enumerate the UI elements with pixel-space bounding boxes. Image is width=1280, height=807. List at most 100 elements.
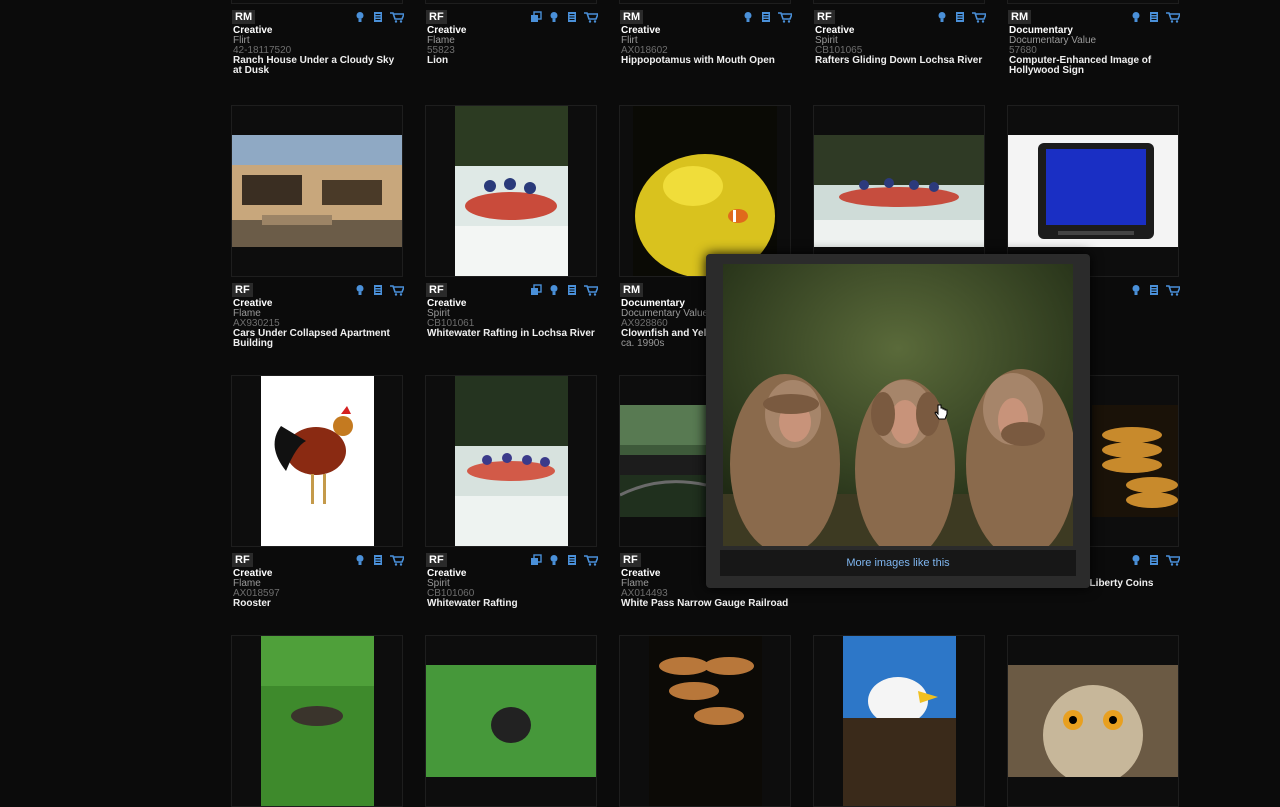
license-badge: RM <box>232 10 256 24</box>
lightbulb-icon[interactable] <box>354 554 366 566</box>
thumbnail-image[interactable] <box>1008 665 1178 777</box>
thumbnail[interactable] <box>425 0 597 4</box>
image-title[interactable]: Hippopotamus with Mouth Open <box>621 56 791 66</box>
image-title[interactable]: Lion <box>427 56 597 66</box>
license-badge: RM <box>620 283 644 297</box>
thumbnail[interactable] <box>231 0 403 4</box>
thumbnail[interactable] <box>813 635 985 807</box>
details-page-icon[interactable] <box>566 554 578 566</box>
cart-icon[interactable] <box>1166 554 1180 566</box>
category-label: Creative <box>427 568 467 579</box>
cart-icon[interactable] <box>390 554 404 566</box>
details-page-icon[interactable] <box>1148 284 1160 296</box>
image-title[interactable]: Rooster <box>233 599 403 609</box>
thumbnail-image[interactable] <box>232 135 402 247</box>
thumbnail-image[interactable] <box>454 106 568 276</box>
thumbnail[interactable] <box>813 105 985 277</box>
license-badge: RM <box>620 10 644 24</box>
lightbulb-icon[interactable] <box>354 284 366 296</box>
details-page-icon[interactable] <box>372 11 384 23</box>
image-title[interactable]: Rafters Gliding Down Lochsa River <box>815 56 985 66</box>
details-page-icon[interactable] <box>760 11 772 23</box>
result-text: Creative Spirit CB101065 Rafters Gliding Do… <box>815 26 985 66</box>
details-page-icon[interactable] <box>566 11 578 23</box>
thumbnail[interactable] <box>425 375 597 547</box>
thumbnail-image[interactable] <box>620 405 706 517</box>
thumbnail-image[interactable] <box>814 135 984 247</box>
thumbnail-image[interactable] <box>426 665 596 777</box>
image-title[interactable]: Computer-Enhanced Image of Hollywood Sig… <box>1009 56 1179 76</box>
thumbnail[interactable] <box>231 635 403 807</box>
thumbnail[interactable] <box>1007 635 1179 807</box>
license-badge: RF <box>620 553 641 567</box>
thumbnail-image[interactable] <box>842 636 956 806</box>
category-label: Creative <box>815 25 855 36</box>
license-badge: RM <box>1008 10 1032 24</box>
similar-images-icon[interactable] <box>530 11 542 23</box>
details-page-icon[interactable] <box>1148 554 1160 566</box>
thumbnail[interactable] <box>619 635 791 807</box>
lightbulb-icon[interactable] <box>354 11 366 23</box>
category-label: Creative <box>427 298 467 309</box>
lightbulb-icon[interactable] <box>1130 11 1142 23</box>
result-text: Creative Flame AX930215 Cars Under Collapse… <box>233 299 403 349</box>
thumbnail-image[interactable] <box>633 106 777 276</box>
category-label: Creative <box>233 25 273 36</box>
license-badge: RF <box>232 283 253 297</box>
thumbnail-image[interactable] <box>454 376 568 546</box>
thumbnail[interactable] <box>619 0 791 4</box>
baboons-preview-image[interactable] <box>723 264 1073 546</box>
cart-icon[interactable] <box>1166 11 1180 23</box>
image-title[interactable]: Cars Under Collapsed Apartment Building <box>233 329 403 349</box>
cart-icon[interactable] <box>778 11 792 23</box>
details-page-icon[interactable] <box>372 284 384 296</box>
result-text: Creative Flame AX018597 Rooster <box>233 569 403 609</box>
result-text: Creative Flirt 42-18117520 Ranch House Unde… <box>233 26 403 76</box>
cart-icon[interactable] <box>1166 284 1180 296</box>
thumbnail[interactable] <box>425 105 597 277</box>
lightbulb-icon[interactable] <box>1130 284 1142 296</box>
image-title[interactable]: White Pass Narrow Gauge Railroad <box>621 599 791 609</box>
thumbnail-image[interactable] <box>260 636 374 806</box>
result-text: Creative Flirt AX018602 Hippopotamus with M… <box>621 26 791 66</box>
similar-images-icon[interactable] <box>530 554 542 566</box>
lightbulb-icon[interactable] <box>548 11 560 23</box>
result-text: Creative Spirit CB101060 Whitewater Rafting <box>427 569 597 609</box>
details-page-icon[interactable] <box>372 554 384 566</box>
details-page-icon[interactable] <box>566 284 578 296</box>
cart-icon[interactable] <box>584 554 598 566</box>
thumbnail[interactable] <box>1007 0 1179 4</box>
thumbnail[interactable] <box>425 635 597 807</box>
details-page-icon[interactable] <box>954 11 966 23</box>
thumbnail-image[interactable] <box>648 636 762 806</box>
cart-icon[interactable] <box>972 11 986 23</box>
thumbnail[interactable] <box>619 105 791 277</box>
thumbnail[interactable] <box>231 105 403 277</box>
license-badge: RF <box>426 283 447 297</box>
thumbnail-image[interactable] <box>260 376 374 546</box>
cart-icon[interactable] <box>390 284 404 296</box>
result-text: Documentary Documentary Value 57680 Compute… <box>1009 26 1179 76</box>
image-title[interactable]: Whitewater Rafting <box>427 599 597 609</box>
similar-images-icon[interactable] <box>530 284 542 296</box>
cart-icon[interactable] <box>584 284 598 296</box>
lightbulb-icon[interactable] <box>548 554 560 566</box>
lightbulb-icon[interactable] <box>1130 554 1142 566</box>
image-title[interactable]: Whitewater Rafting in Lochsa River <box>427 329 597 339</box>
cart-icon[interactable] <box>390 11 404 23</box>
thumbnail[interactable] <box>813 0 985 4</box>
license-badge: RF <box>814 10 835 24</box>
more-images-like-this-link[interactable]: More images like this <box>720 550 1076 576</box>
image-title[interactable]: Ranch House Under a Cloudy Sky at Dusk <box>233 56 403 76</box>
thumbnail[interactable] <box>231 375 403 547</box>
details-page-icon[interactable] <box>1148 11 1160 23</box>
license-badge: RF <box>426 10 447 24</box>
thumbnail-image[interactable] <box>1008 135 1178 247</box>
thumbnail-image[interactable] <box>1092 405 1178 517</box>
license-badge: RF <box>232 553 253 567</box>
thumbnail[interactable] <box>1007 105 1179 277</box>
lightbulb-icon[interactable] <box>936 11 948 23</box>
lightbulb-icon[interactable] <box>742 11 754 23</box>
cart-icon[interactable] <box>584 11 598 23</box>
lightbulb-icon[interactable] <box>548 284 560 296</box>
